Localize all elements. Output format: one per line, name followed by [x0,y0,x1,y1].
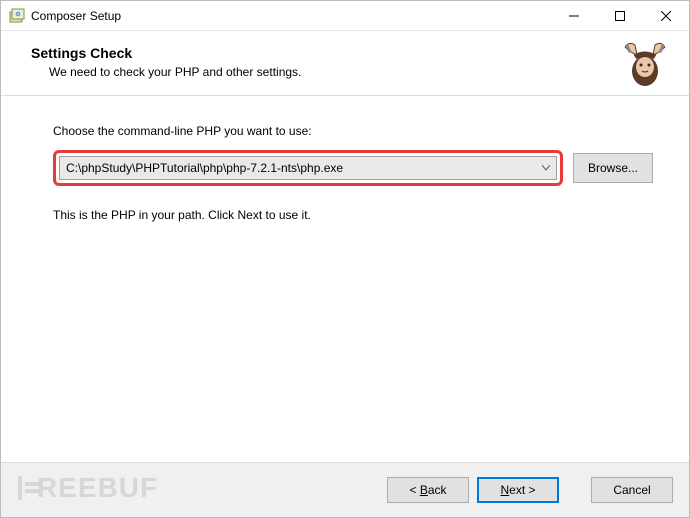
page-title: Settings Check [31,45,669,61]
cancel-button[interactable]: Cancel [591,477,673,503]
footer-bar: < Back Next > Cancel [1,462,689,517]
highlight-annotation: C:\phpStudy\PHPTutorial\php\php-7.2.1-nt… [53,150,563,186]
composer-logo [617,37,673,93]
cancel-button-label: Cancel [613,483,650,497]
app-icon [9,8,25,24]
installer-window: Composer Setup Settings Check We need to… [0,0,690,518]
maximize-button[interactable] [597,1,643,31]
close-button[interactable] [643,1,689,31]
php-input-row: C:\phpStudy\PHPTutorial\php\php-7.2.1-nt… [53,150,653,186]
browse-button-label: Browse... [588,161,638,175]
browse-button[interactable]: Browse... [573,153,653,183]
window-controls [551,1,689,30]
minimize-button[interactable] [551,1,597,31]
php-path-dropdown[interactable]: C:\phpStudy\PHPTutorial\php\php-7.2.1-nt… [59,156,557,180]
header-area: Settings Check We need to check your PHP… [1,31,689,95]
page-subtitle: We need to check your PHP and other sett… [49,65,669,79]
chevron-down-icon [542,163,550,173]
next-button[interactable]: Next > [477,477,559,503]
path-info-text: This is the PHP in your path. Click Next… [53,208,653,222]
window-title: Composer Setup [31,9,551,23]
content-area: Choose the command-line PHP you want to … [1,96,689,462]
back-button[interactable]: < Back [387,477,469,503]
php-path-value: C:\phpStudy\PHPTutorial\php\php-7.2.1-nt… [66,161,343,175]
titlebar: Composer Setup [1,1,689,31]
instruction-label: Choose the command-line PHP you want to … [53,124,653,138]
